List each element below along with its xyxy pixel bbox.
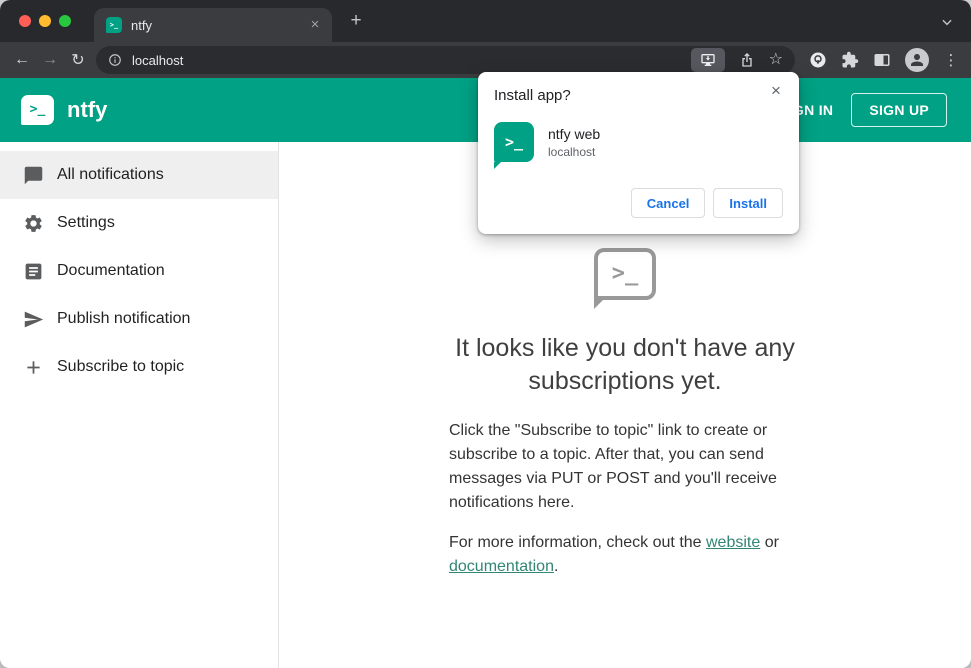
extensions-puzzle-icon[interactable] bbox=[841, 51, 859, 69]
sidebar: All notifications Settings Documentation… bbox=[0, 142, 279, 668]
app-title: ntfy bbox=[67, 97, 108, 122]
empty-state-paragraph: Click the "Subscribe to topic" link to c… bbox=[449, 422, 777, 511]
bookmark-star-icon[interactable]: ☆ bbox=[769, 52, 783, 68]
sidebar-item-publish-notification[interactable]: Publish notification bbox=[0, 295, 278, 343]
close-window-button[interactable] bbox=[19, 15, 31, 27]
sidebar-item-subscribe-to-topic[interactable]: Subscribe to topic bbox=[0, 343, 278, 391]
plus-icon bbox=[23, 357, 44, 378]
minimize-window-button[interactable] bbox=[39, 15, 51, 27]
tab-list-chevron-icon[interactable] bbox=[940, 15, 954, 29]
documentation-link[interactable]: documentation bbox=[449, 558, 554, 575]
sidebar-item-label: Documentation bbox=[57, 262, 165, 279]
ntfy-favicon: >_ bbox=[106, 17, 122, 33]
profile-avatar[interactable] bbox=[905, 48, 929, 72]
paragraph-text: or bbox=[764, 534, 779, 551]
install-app-name: ntfy web bbox=[548, 125, 601, 142]
install-app-icon bbox=[700, 52, 716, 68]
gear-icon bbox=[23, 213, 44, 234]
address-text[interactable]: localhost bbox=[132, 53, 691, 68]
sidebar-item-label: Publish notification bbox=[57, 310, 191, 327]
ntfy-empty-state-logo: >_ bbox=[594, 248, 656, 309]
side-panel-icon[interactable] bbox=[873, 51, 891, 69]
sidebar-item-documentation[interactable]: Documentation bbox=[0, 247, 278, 295]
site-info-icon[interactable] bbox=[108, 53, 122, 67]
sign-up-button[interactable]: SIGN UP bbox=[851, 93, 947, 127]
address-bar[interactable]: localhost ☆ bbox=[96, 46, 795, 74]
tab-title: ntfy bbox=[131, 17, 152, 33]
sidebar-item-label: All notifications bbox=[57, 166, 164, 183]
website-link[interactable]: website bbox=[706, 534, 760, 551]
article-icon bbox=[23, 261, 44, 282]
back-button[interactable]: ← bbox=[8, 46, 36, 74]
reload-button[interactable]: ↻ bbox=[64, 46, 92, 74]
chat-bubble-icon bbox=[23, 165, 44, 186]
sidebar-item-label: Settings bbox=[57, 214, 115, 231]
sidebar-item-all-notifications[interactable]: All notifications bbox=[0, 151, 278, 199]
password-manager-extension-icon[interactable] bbox=[809, 51, 827, 69]
sidebar-item-settings[interactable]: Settings bbox=[0, 199, 278, 247]
install-dialog-actions: Cancel Install bbox=[494, 188, 783, 218]
ntfy-app-icon: >_ bbox=[494, 122, 534, 169]
ntfy-logo: >_ bbox=[21, 95, 54, 125]
install-button[interactable]: Install bbox=[713, 188, 783, 218]
empty-state-heading: It looks like you don't have any subscri… bbox=[455, 334, 795, 395]
tab-close-icon[interactable]: × bbox=[306, 16, 324, 34]
install-app-origin: localhost bbox=[548, 144, 596, 159]
cancel-button[interactable]: Cancel bbox=[630, 188, 706, 218]
close-icon[interactable]: × bbox=[766, 81, 786, 101]
send-icon bbox=[23, 309, 44, 330]
paragraph-text: . bbox=[553, 558, 559, 575]
empty-state-text: Click the "Subscribe to topic" link to c… bbox=[449, 419, 801, 579]
install-app-info: >_ ntfy web localhost bbox=[494, 122, 783, 169]
extensions-area: ⋮ bbox=[803, 48, 965, 72]
zoom-window-button[interactable] bbox=[59, 15, 71, 27]
install-app-chip[interactable] bbox=[690, 48, 725, 72]
sidebar-item-label: Subscribe to topic bbox=[57, 358, 185, 375]
window-titlebar: >_ ntfy × + bbox=[0, 0, 971, 42]
install-app-meta: ntfy web localhost bbox=[548, 126, 600, 159]
paragraph-text: For more information, check out the bbox=[449, 534, 706, 551]
install-app-dialog: Install app? × >_ ntfy web localhost Can… bbox=[478, 72, 799, 234]
browser-menu-icon[interactable]: ⋮ bbox=[943, 51, 959, 69]
window-controls bbox=[19, 15, 71, 27]
new-tab-button[interactable]: + bbox=[344, 9, 368, 33]
browser-tab[interactable]: >_ ntfy × bbox=[94, 8, 332, 42]
empty-state-links-paragraph: For more information, check out the webs… bbox=[449, 531, 801, 579]
forward-button[interactable]: → bbox=[36, 46, 64, 74]
browser-window: >_ ntfy × + ← → ↻ localhost ☆ ⋮ >_ ntfy … bbox=[0, 0, 971, 668]
install-dialog-title: Install app? bbox=[494, 87, 571, 104]
share-icon[interactable] bbox=[739, 52, 755, 68]
